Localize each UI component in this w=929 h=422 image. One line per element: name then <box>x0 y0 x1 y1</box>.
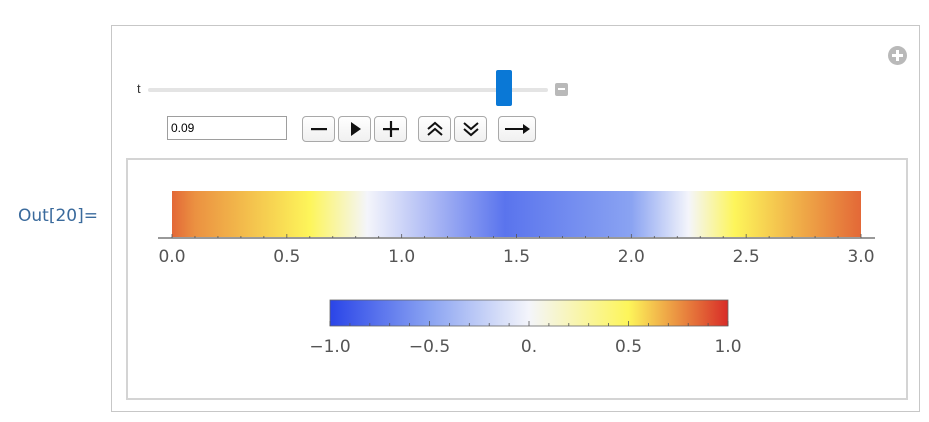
t-slider[interactable] <box>148 70 548 106</box>
color-bar-tick-label: −0.5 <box>409 337 450 357</box>
x-tick-label: 2.0 <box>618 247 645 267</box>
double-chevron-down-icon <box>462 122 479 137</box>
arrow-right-icon <box>505 124 530 134</box>
output-panel: 0.0 0.5 1.0 1.5 2.0 2.5 3.0 −1.0 −0.5 0. 0.5 1.0 <box>126 158 908 400</box>
play-icon <box>350 122 361 136</box>
slower-button[interactable] <box>454 116 487 142</box>
color-bar-tick-label: 1.0 <box>714 337 741 357</box>
density-plot: 0.0 0.5 1.0 1.5 2.0 2.5 3.0 −1.0 −0.5 0. 0.5 1.0 <box>158 191 875 357</box>
minus-square-icon[interactable] <box>555 83 568 96</box>
x-tick-label: 1.0 <box>388 247 415 267</box>
faster-button[interactable] <box>418 116 451 142</box>
x-tick-label: 0.5 <box>273 247 300 267</box>
minus-icon <box>310 128 327 131</box>
density-bar <box>172 191 861 237</box>
color-bar-tick-label: 0. <box>521 337 537 357</box>
plus-icon <box>382 121 399 137</box>
t-value-field[interactable] <box>167 116 287 140</box>
variable-label: t <box>137 81 141 96</box>
manipulate-panel: t 0.0 0.5 1.0 1.5 2.0 2.5 3.0 −1.0 −0.5 0. 0.5 1.0 <box>111 25 920 412</box>
play-button[interactable] <box>338 116 371 142</box>
increment-button[interactable] <box>374 116 407 142</box>
decrement-button[interactable] <box>302 116 335 142</box>
double-chevron-up-icon <box>426 121 443 136</box>
x-tick-label: 0.0 <box>158 247 185 267</box>
color-bar-tick-label: 0.5 <box>615 337 642 357</box>
slider-thumb[interactable] <box>496 70 512 106</box>
x-tick-label: 3.0 <box>847 247 874 267</box>
cell-output-label: Out[20]= <box>18 206 98 226</box>
x-tick-label: 1.5 <box>503 247 530 267</box>
color-bar-tick-label: −1.0 <box>309 337 350 357</box>
direction-button[interactable] <box>498 116 536 142</box>
plus-circle-icon[interactable] <box>888 46 907 65</box>
x-tick-label: 2.5 <box>733 247 760 267</box>
